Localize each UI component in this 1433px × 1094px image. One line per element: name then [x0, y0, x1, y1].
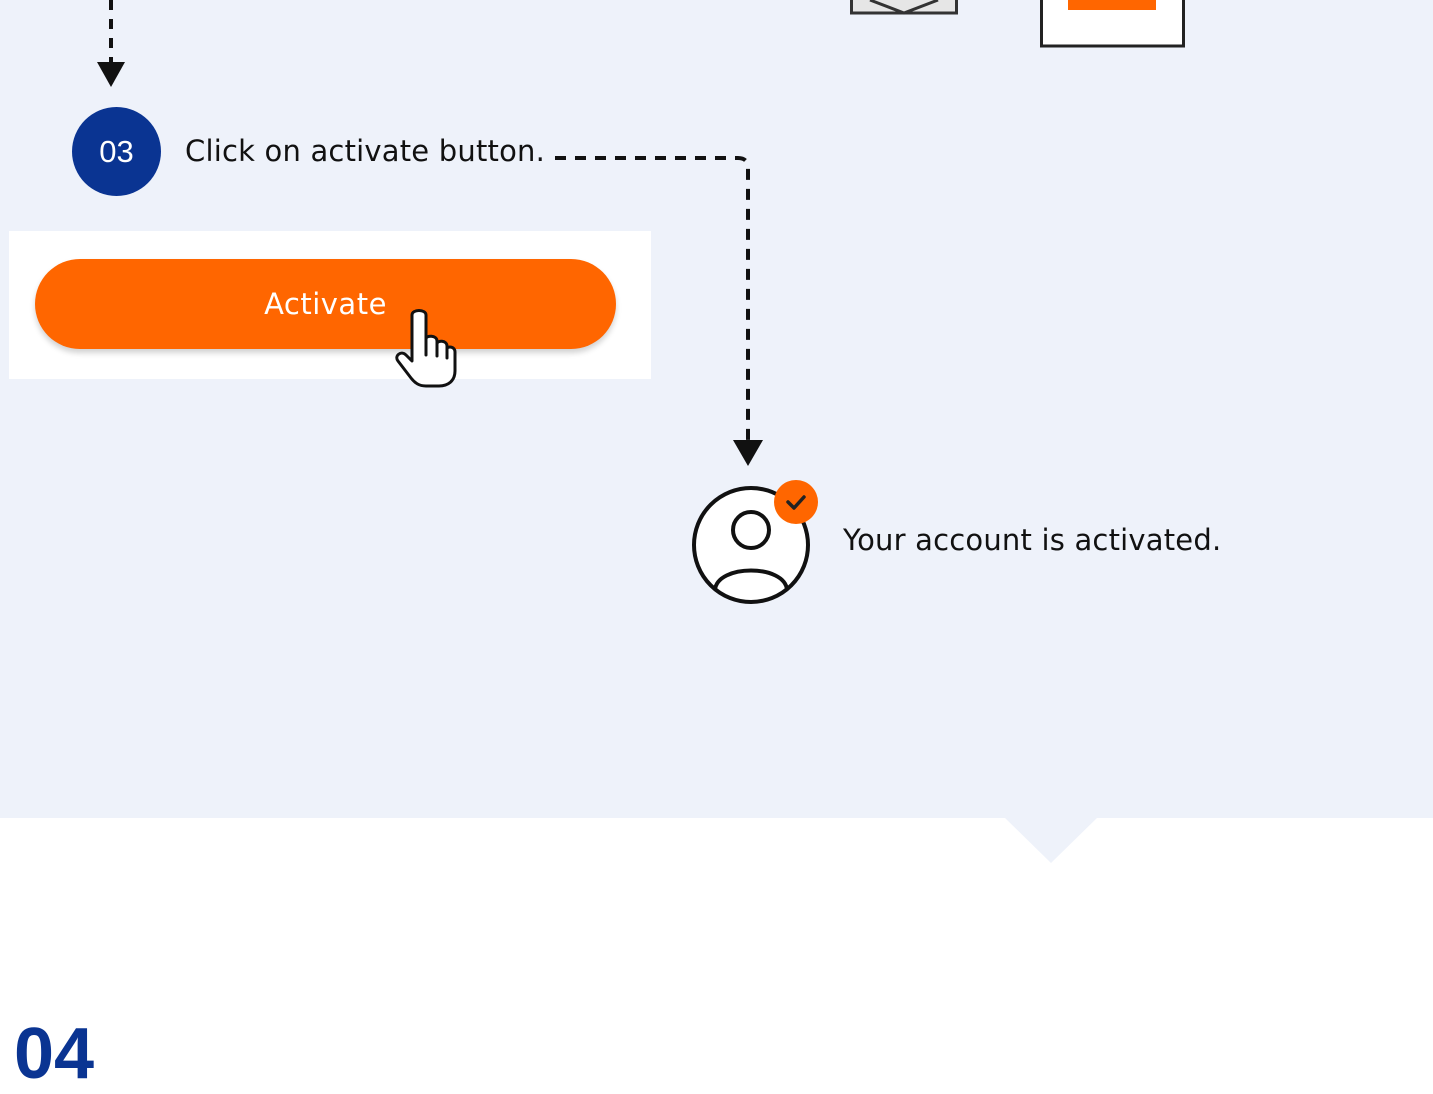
activate-button[interactable]: Activate: [35, 259, 616, 349]
check-icon: [786, 495, 806, 510]
flow-connectors: [97, 0, 763, 466]
incoming-arrowhead: [97, 62, 125, 87]
next-step-number: 04: [14, 1014, 95, 1094]
verified-badge: [774, 480, 818, 524]
step-number: 03: [99, 133, 134, 169]
activation-confirmation: Your account is activated.: [843, 523, 1222, 557]
hand-pointer-icon: [395, 309, 457, 388]
step-number-badge: 03: [72, 107, 161, 196]
outgoing-arrowhead: [733, 440, 763, 466]
step-instruction: Click on activate button.: [185, 134, 546, 168]
button-screenshot-card: Activate: [9, 231, 651, 379]
panel-pointer-notch: [1004, 817, 1098, 863]
